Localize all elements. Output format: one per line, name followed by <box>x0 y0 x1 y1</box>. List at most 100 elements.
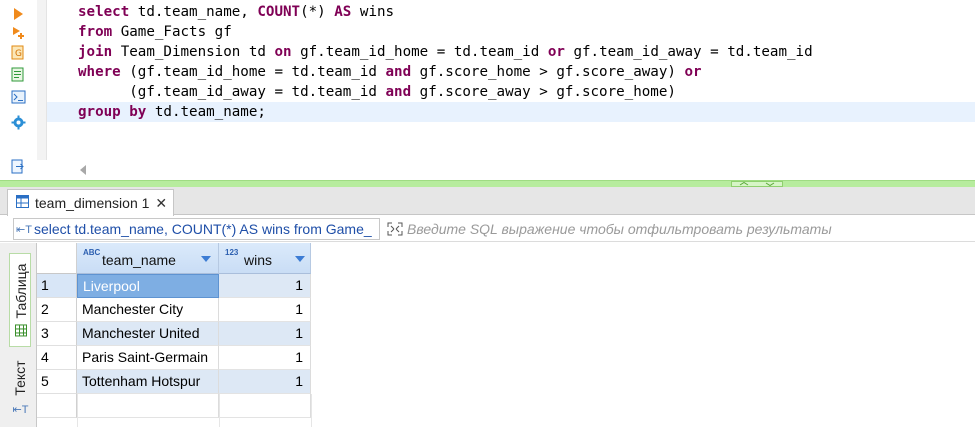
table-icon <box>16 195 29 211</box>
sort-dropdown-icon[interactable] <box>201 256 211 262</box>
horizontal-scrollbar[interactable] <box>74 160 975 180</box>
cell-team-name[interactable]: Manchester United <box>77 322 219 346</box>
column-header-wins[interactable]: 123 wins <box>219 243 311 274</box>
column-title: team_name <box>102 252 176 268</box>
expand-filter-icon[interactable] <box>387 222 403 236</box>
code-line[interactable]: from Game_Facts gf <box>47 22 975 42</box>
sql-text: (gf.team_id_away = td.team_id <box>78 84 386 100</box>
cell-wins[interactable]: 1 <box>219 298 311 322</box>
panel-splitter[interactable] <box>0 180 975 187</box>
cell-wins <box>219 394 311 418</box>
sql-keyword: join <box>78 44 113 60</box>
row-number[interactable]: 2 <box>37 298 77 322</box>
code-line[interactable]: join Team_Dimension td on gf.team_id_hom… <box>47 42 975 62</box>
sql-editor[interactable]: G select td.team_name, COUNT(*) AS wins f… <box>0 0 975 183</box>
sql-text: gf.score_home > gf.score_away) <box>411 64 685 80</box>
grid-line <box>311 394 312 427</box>
sort-dropdown-icon[interactable] <box>295 256 305 262</box>
grid-line <box>219 394 220 427</box>
column-title: wins <box>244 252 273 268</box>
sql-keyword: group by <box>78 104 147 120</box>
sql-keyword: AS <box>334 4 352 20</box>
sql-text: Team_Dimension td <box>112 44 275 60</box>
results-tab-strip: team_dimension 1 ✕ <box>0 187 975 216</box>
empty-row <box>37 394 311 418</box>
sql-text: td.team_name, <box>129 4 258 20</box>
cell-team-name[interactable]: Paris Saint-Germain <box>77 346 219 370</box>
sql-keyword: on <box>274 44 292 60</box>
sql-keyword: or <box>547 44 565 60</box>
code-line[interactable]: group by td.team_name; <box>47 102 975 122</box>
table-row[interactable]: 4 Paris Saint-Germain 1 <box>37 346 311 370</box>
cell-team-name <box>77 394 219 418</box>
table-row[interactable]: 2 Manchester City 1 <box>37 298 311 322</box>
cell-team-name[interactable]: Tottenham Hotspur <box>77 370 219 394</box>
code-line[interactable]: select td.team_name, COUNT(*) AS wins <box>47 2 975 22</box>
tab-close-icon[interactable]: ✕ <box>155 196 167 210</box>
tab-team-dimension[interactable]: team_dimension 1 ✕ <box>7 189 175 216</box>
filter-bar: ⇤T select td.team_name, COUNT(*) AS wins… <box>0 216 975 242</box>
side-tab-text-label: Текст <box>12 359 28 396</box>
code-area[interactable]: select td.team_name, COUNT(*) AS wins fro… <box>47 0 975 160</box>
column-type-badge: 123 <box>225 248 239 257</box>
results-panel: team_dimension 1 ✕ ⇤T select td.team_nam… <box>0 187 975 427</box>
row-number-header[interactable] <box>37 243 77 274</box>
sql-text: td.team_name; <box>146 104 266 120</box>
text-mode-icon: ⇤T <box>12 403 28 416</box>
execute-script-icon[interactable] <box>10 25 26 41</box>
sql-keyword: or <box>684 64 702 80</box>
sql-keyword: select <box>78 4 130 20</box>
row-number[interactable]: 1 <box>37 274 77 298</box>
query-text-box[interactable]: ⇤T select td.team_name, COUNT(*) AS wins… <box>13 218 380 240</box>
sql-keyword: and <box>385 64 412 80</box>
table-row[interactable]: 3 Manchester United 1 <box>37 322 311 346</box>
cell-wins[interactable]: 1 <box>219 346 311 370</box>
row-number <box>37 394 77 418</box>
row-number[interactable]: 4 <box>37 346 77 370</box>
table-row[interactable]: 5 Tottenham Hotspur 1 <box>37 370 311 394</box>
script-icon[interactable] <box>10 66 26 82</box>
editor-toolbar: G <box>0 0 37 183</box>
code-line[interactable]: (gf.team_id_away = td.team_id and gf.sco… <box>47 82 975 102</box>
sql-keyword: and <box>385 84 412 100</box>
side-tab-table[interactable]: Таблица <box>9 253 31 347</box>
column-header-team-name[interactable]: ABC team_name <box>77 243 219 274</box>
export-icon[interactable]: G <box>10 44 26 60</box>
side-tab-text[interactable]: ⇤T Текст <box>9 351 31 426</box>
cell-team-name[interactable]: Liverpool <box>77 274 219 298</box>
sql-keyword: COUNT <box>257 4 301 20</box>
results-grid: ABC team_name 123 wins 1 Liverpool 1 2 Manch… <box>37 243 975 427</box>
side-tab-table-label: Таблица <box>13 263 29 319</box>
terminal-icon[interactable] <box>10 89 26 105</box>
row-number[interactable]: 5 <box>37 370 77 394</box>
column-type-badge: ABC <box>83 248 101 257</box>
svg-text:G: G <box>15 49 22 59</box>
view-mode-tabs: Таблица ⇤T Текст <box>0 243 37 427</box>
cell-wins[interactable]: 1 <box>219 370 311 394</box>
cell-team-name[interactable]: Manchester City <box>77 298 219 322</box>
output-icon[interactable] <box>10 158 26 174</box>
sql-text: wins <box>351 4 395 20</box>
sql-text: Game_Facts gf <box>112 24 232 40</box>
sql-keyword: where <box>78 64 121 80</box>
row-number[interactable]: 3 <box>37 322 77 346</box>
execute-statement-icon[interactable] <box>10 6 26 22</box>
table-row[interactable]: 1 Liverpool 1 <box>37 274 311 298</box>
scroll-left-arrow-icon[interactable] <box>80 165 86 175</box>
sql-text: gf.score_away > gf.score_home) <box>411 84 676 100</box>
sql-text: (*) <box>300 4 335 20</box>
sql-text-icon: ⇤T <box>16 223 32 236</box>
code-line[interactable]: where (gf.team_id_home = td.team_id and … <box>47 62 975 82</box>
grid-header: ABC team_name 123 wins <box>37 243 311 274</box>
sql-text: (gf.team_id_home = td.team_id <box>120 64 386 80</box>
sql-text: gf.team_id_away = td.team_id <box>564 44 813 60</box>
tab-label: team_dimension 1 <box>35 195 150 211</box>
cell-wins[interactable]: 1 <box>219 322 311 346</box>
settings-gear-icon[interactable] <box>10 114 26 130</box>
filter-input[interactable] <box>407 218 967 240</box>
query-text: select td.team_name, COUNT(*) AS wins fr… <box>34 221 372 237</box>
sql-keyword: from <box>78 24 113 40</box>
cell-wins[interactable]: 1 <box>219 274 311 298</box>
sql-text: gf.team_id_home = td.team_id <box>291 44 548 60</box>
grid-line <box>77 394 78 427</box>
